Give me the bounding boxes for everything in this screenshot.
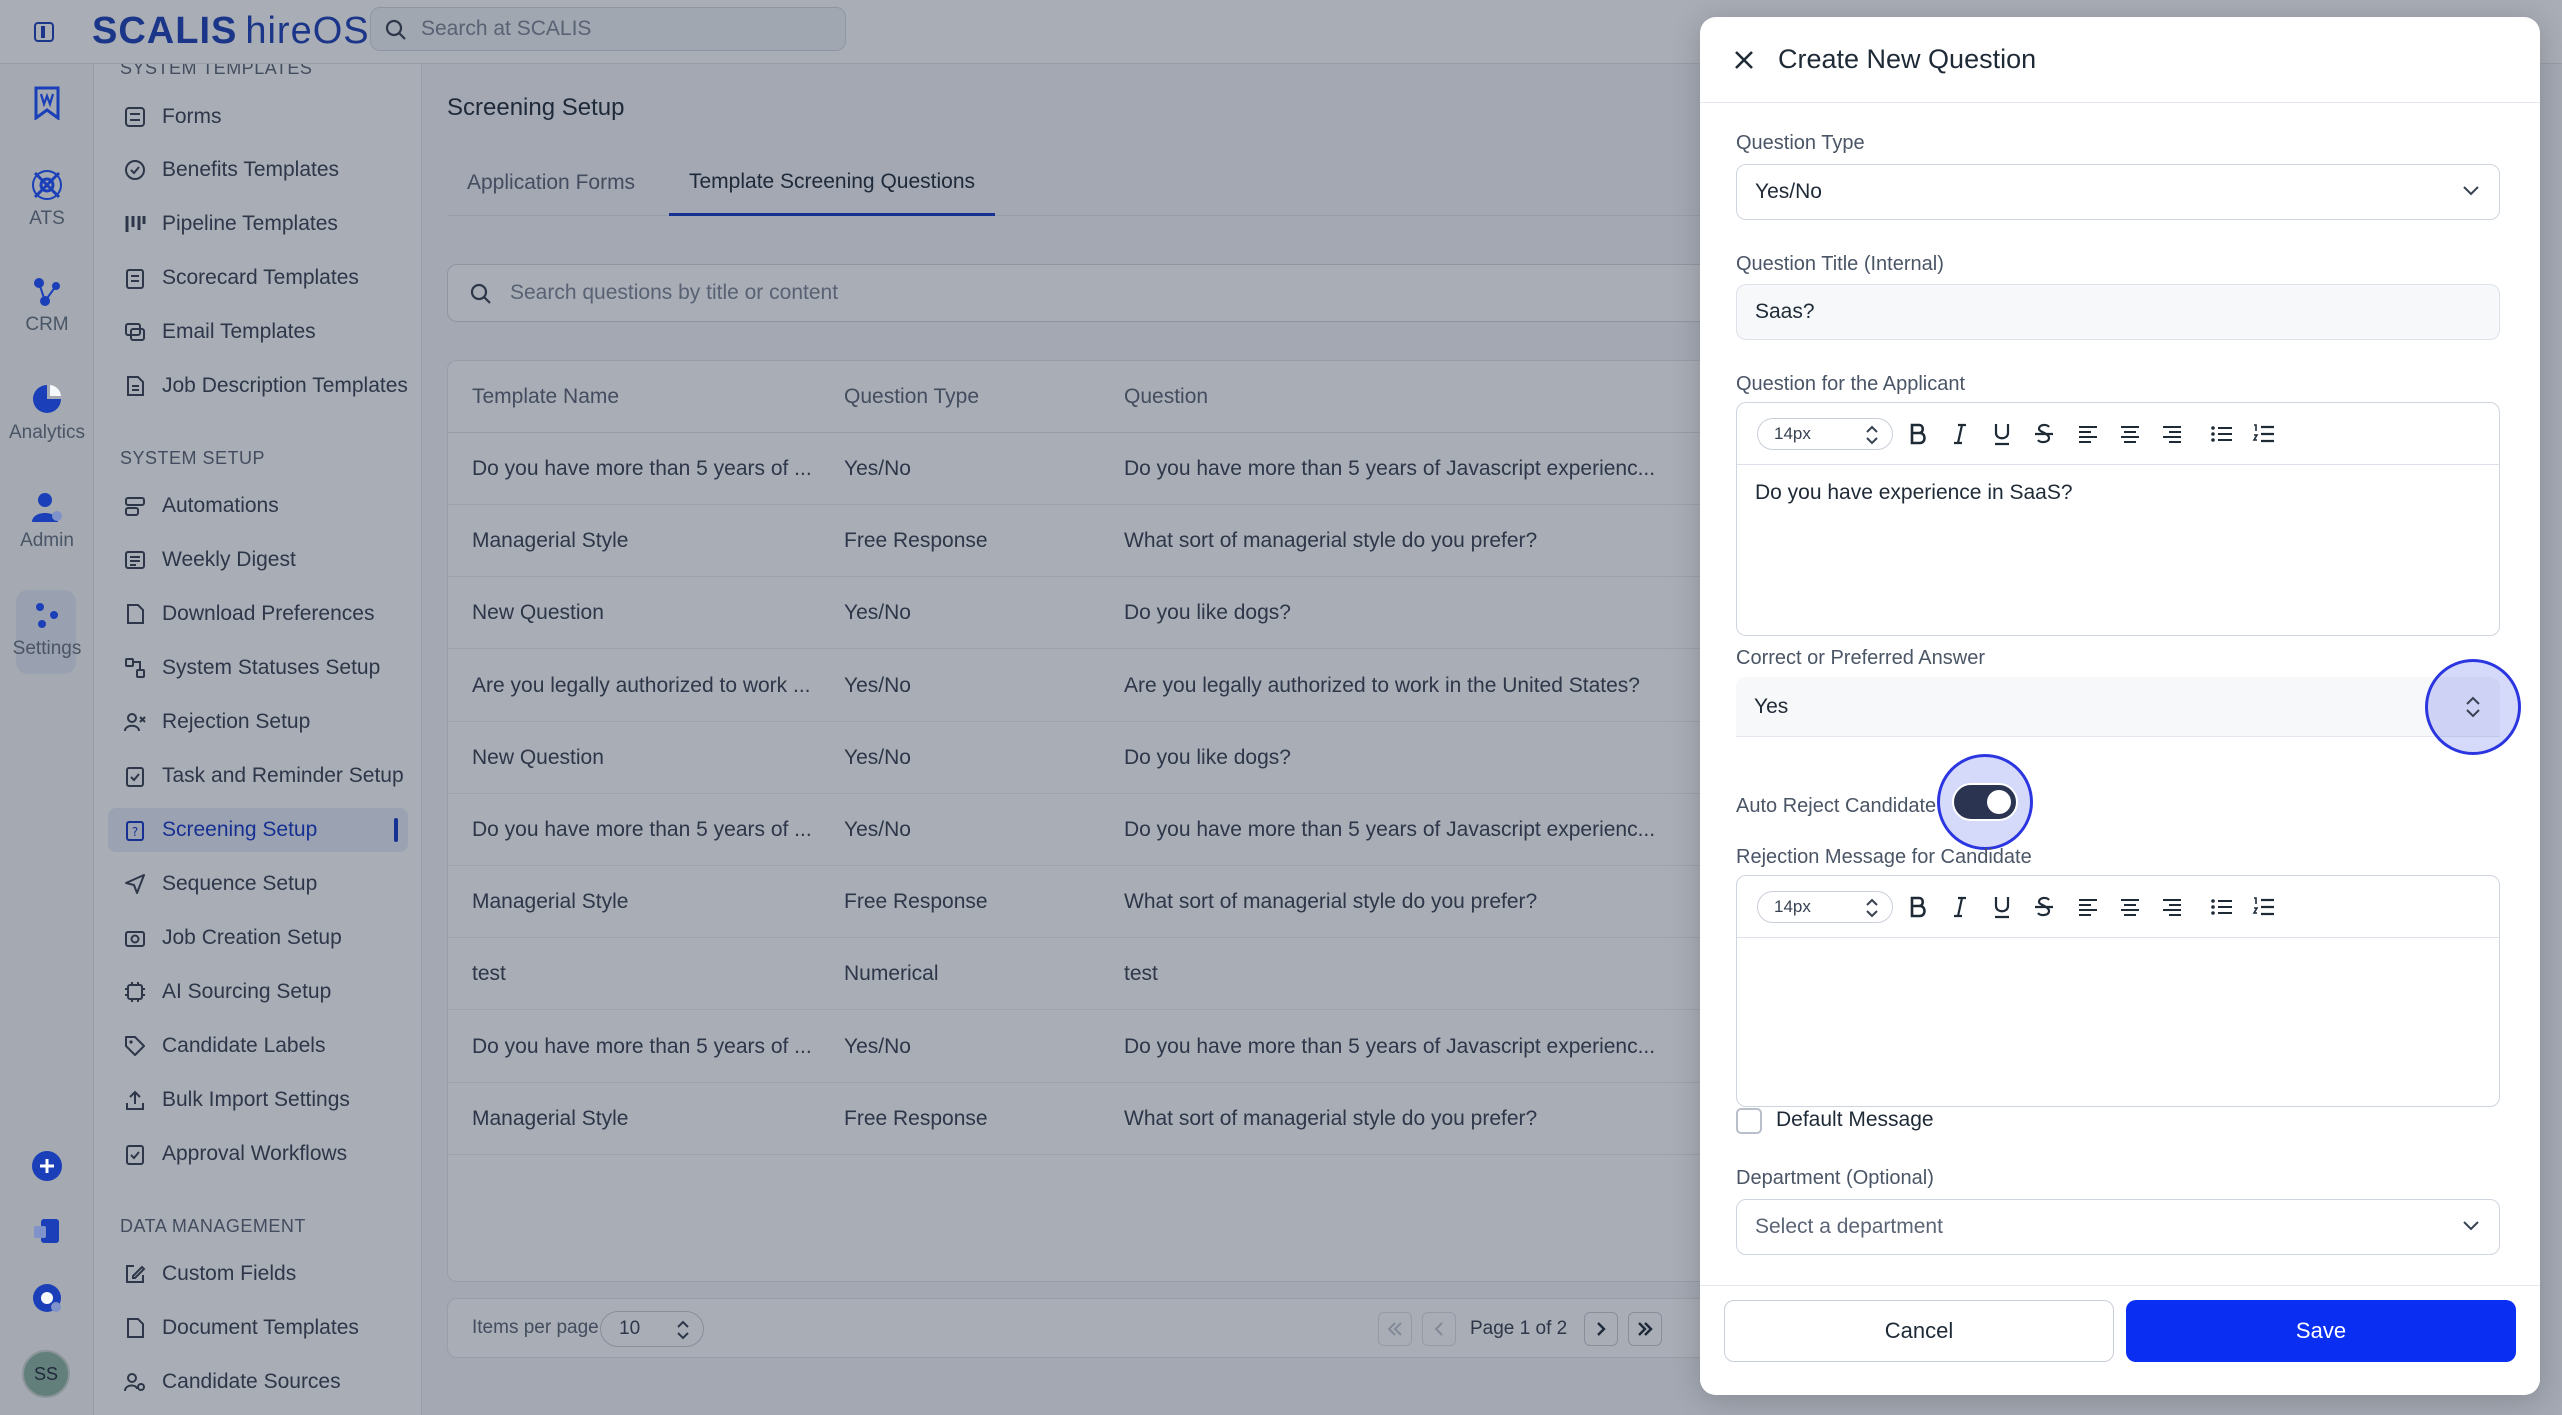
preferred-answer-value: Yes bbox=[1754, 694, 1789, 718]
numbered-list-icon[interactable] bbox=[2249, 892, 2279, 922]
settings-dots-icon bbox=[36, 603, 58, 628]
chevron-down-icon bbox=[2463, 186, 2479, 196]
numbered-list-icon[interactable] bbox=[2249, 419, 2279, 449]
underline-icon[interactable] bbox=[1987, 419, 2017, 449]
strikethrough-icon[interactable] bbox=[2029, 419, 2059, 449]
align-left-icon[interactable] bbox=[2073, 892, 2103, 922]
auto-reject-label: Auto Reject Candidate bbox=[1736, 795, 1937, 817]
font-size-value: 14px bbox=[1774, 424, 1811, 443]
align-center-icon[interactable] bbox=[2115, 892, 2145, 922]
close-icon bbox=[1735, 51, 1753, 69]
font-size-value: 14px bbox=[1774, 897, 1811, 916]
applicant-question-editor[interactable]: 14px Do you have experience in SaaS? bbox=[1736, 402, 2500, 636]
rail-label-crm: CRM bbox=[25, 314, 69, 335]
bookmark-icon bbox=[34, 86, 60, 120]
align-center-icon[interactable] bbox=[2115, 419, 2145, 449]
toggle-knob bbox=[1987, 790, 2011, 814]
department-label: Department (Optional) bbox=[1736, 1167, 1934, 1189]
updown-chevron-icon bbox=[1866, 898, 1878, 918]
question-type-label: Question Type bbox=[1736, 132, 1865, 154]
department-placeholder: Select a department bbox=[1755, 1215, 1943, 1238]
pie-chart-icon bbox=[33, 385, 61, 413]
create-question-modal: Create New Question Question Type Yes/No… bbox=[1700, 17, 2540, 1395]
save-button[interactable]: Save bbox=[2126, 1300, 2516, 1362]
editor-toolbar: 14px bbox=[1737, 403, 2499, 465]
rail-label-admin: Admin bbox=[20, 530, 74, 551]
question-title-input[interactable]: Saas? bbox=[1736, 284, 2500, 340]
italic-icon[interactable] bbox=[1945, 419, 1975, 449]
question-type-value: Yes/No bbox=[1755, 180, 1822, 203]
font-size-select[interactable]: 14px bbox=[1757, 418, 1893, 450]
italic-icon[interactable] bbox=[1945, 892, 1975, 922]
editor-toolbar: 14px bbox=[1737, 876, 2499, 938]
bold-icon[interactable] bbox=[1903, 892, 1933, 922]
modal-header: Create New Question bbox=[1700, 17, 2540, 103]
admin-user-icon bbox=[32, 493, 62, 522]
document-swap-icon bbox=[34, 1219, 59, 1243]
modal-footer: Cancel Save bbox=[1700, 1285, 2540, 1395]
preferred-answer-select[interactable]: Yes bbox=[1736, 677, 2500, 737]
question-type-select[interactable]: Yes/No bbox=[1736, 164, 2500, 220]
plus-circle-icon bbox=[32, 1151, 62, 1181]
ai-assistant-icon bbox=[33, 1284, 61, 1312]
ats-icon bbox=[32, 170, 62, 200]
department-select[interactable]: Select a department bbox=[1736, 1199, 2500, 1255]
auto-reject-toggle-highlight[interactable] bbox=[1937, 754, 2033, 850]
modal-title: Create New Question bbox=[1778, 44, 2037, 74]
rail-label-settings: Settings bbox=[12, 638, 82, 659]
preferred-answer-label: Correct or Preferred Answer bbox=[1736, 647, 1985, 669]
align-left-icon[interactable] bbox=[2073, 419, 2103, 449]
updown-chevron-icon bbox=[1866, 425, 1878, 445]
bullet-list-icon[interactable] bbox=[2207, 892, 2237, 922]
close-button[interactable] bbox=[1726, 42, 1762, 78]
crm-icon bbox=[34, 278, 60, 306]
chevron-down-icon bbox=[2463, 1221, 2479, 1231]
applicant-question-text: Do you have experience in SaaS? bbox=[1755, 481, 2073, 504]
auto-reject-toggle[interactable] bbox=[1952, 783, 2018, 821]
strikethrough-icon[interactable] bbox=[2029, 892, 2059, 922]
cancel-button[interactable]: Cancel bbox=[1724, 1300, 2114, 1362]
rejection-message-label: Rejection Message for Candidate bbox=[1736, 846, 2032, 868]
rejection-message-editor[interactable]: 14px bbox=[1736, 875, 2500, 1107]
align-right-icon[interactable] bbox=[2157, 419, 2187, 449]
question-title-value: Saas? bbox=[1755, 300, 1815, 323]
font-size-select[interactable]: 14px bbox=[1757, 891, 1893, 923]
bold-icon[interactable] bbox=[1903, 419, 1933, 449]
rail-label-ats: ATS bbox=[29, 208, 65, 229]
question-title-label: Question Title (Internal) bbox=[1736, 253, 1944, 275]
updown-chevron-icon bbox=[2466, 696, 2480, 718]
rail-label-analytics: Analytics bbox=[8, 422, 86, 443]
default-message-checkbox[interactable] bbox=[1736, 1108, 1762, 1134]
default-message-label: Default Message bbox=[1776, 1108, 1934, 1131]
bullet-list-icon[interactable] bbox=[2207, 419, 2237, 449]
align-right-icon[interactable] bbox=[2157, 892, 2187, 922]
applicant-question-label: Question for the Applicant bbox=[1736, 373, 1966, 395]
preferred-answer-chevron-highlight[interactable] bbox=[2425, 659, 2521, 755]
underline-icon[interactable] bbox=[1987, 892, 2017, 922]
